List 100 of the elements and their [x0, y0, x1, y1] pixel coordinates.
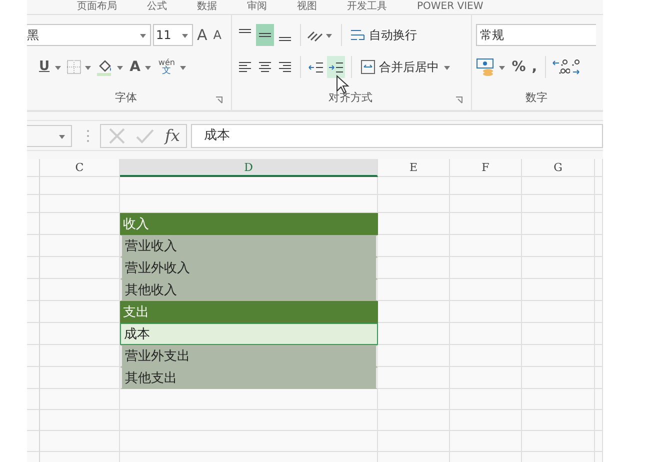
grid-cell[interactable]: [522, 257, 595, 279]
dialog-launcher-icon[interactable]: [214, 96, 223, 104]
table-cell[interactable]: 营业外收入: [120, 257, 378, 279]
row-header[interactable]: [27, 195, 40, 213]
ribbon-tab[interactable]: 数据: [197, 0, 217, 14]
table-cell[interactable]: 营业外支出: [120, 345, 378, 367]
grid-cell[interactable]: [450, 213, 522, 235]
ribbon-tab[interactable]: 公式: [147, 0, 167, 14]
grid-cell[interactable]: [378, 367, 450, 389]
row-header[interactable]: [27, 213, 40, 235]
grid-cell[interactable]: [450, 431, 522, 452]
currency-format-icon[interactable]: [476, 58, 496, 76]
row-header[interactable]: [27, 235, 40, 257]
dialog-launcher-icon[interactable]: [454, 96, 463, 104]
column-header[interactable]: [595, 159, 603, 177]
row-header[interactable]: [27, 177, 40, 195]
grid-cell[interactable]: [450, 279, 522, 301]
font-color-button[interactable]: A: [128, 58, 142, 76]
grid-cell[interactable]: [450, 323, 522, 345]
grid-cell[interactable]: [450, 367, 522, 389]
align-button[interactable]: [256, 24, 274, 46]
grid-cell[interactable]: [40, 177, 120, 195]
grid-cell[interactable]: [450, 177, 522, 195]
grid-cell[interactable]: [450, 257, 522, 279]
grid-cell[interactable]: [120, 431, 378, 452]
grid-cell[interactable]: [450, 301, 522, 323]
ribbon-tab[interactable]: 页面布局: [77, 0, 117, 14]
row-header[interactable]: [27, 257, 40, 279]
column-header[interactable]: D: [120, 159, 378, 177]
grid-cell[interactable]: [450, 389, 522, 410]
fill-bucket-icon[interactable]: [96, 58, 114, 76]
grid-cell[interactable]: [378, 301, 450, 323]
row-header[interactable]: [27, 389, 40, 410]
grid-cell[interactable]: [595, 410, 603, 431]
grid-cell[interactable]: [378, 323, 450, 345]
grid-cell[interactable]: [595, 323, 603, 345]
grid-cell[interactable]: [522, 389, 595, 410]
insert-function-button[interactable]: fx: [163, 126, 182, 145]
grid-cell[interactable]: [522, 345, 595, 367]
grid-cell[interactable]: [522, 279, 595, 301]
grid-cell[interactable]: [595, 301, 603, 323]
grid-cell[interactable]: [378, 345, 450, 367]
indent-button[interactable]: [326, 56, 345, 78]
grid-cell[interactable]: [595, 389, 603, 410]
grid-cell[interactable]: [120, 410, 378, 431]
grid-cell[interactable]: [595, 279, 603, 301]
ribbon-tab[interactable]: 审阅: [247, 0, 267, 14]
grid-cell[interactable]: [450, 195, 522, 213]
column-header[interactable]: E: [378, 159, 450, 177]
increase-decimal-icon[interactable]: [552, 58, 570, 76]
wrap-text-button[interactable]: 自动换行: [348, 26, 419, 44]
ribbon-tab[interactable]: POWER VIEW: [417, 0, 484, 14]
grid-cell[interactable]: [522, 235, 595, 257]
row-header[interactable]: [27, 279, 40, 301]
grid-cell[interactable]: [378, 177, 450, 195]
grow-font-button[interactable]: A: [195, 26, 210, 44]
grid-cell[interactable]: [378, 235, 450, 257]
grid-cell[interactable]: [40, 410, 120, 431]
grid-cell[interactable]: [120, 177, 378, 195]
grid-cell[interactable]: [378, 213, 450, 235]
merge-center-button[interactable]: 合并后居中: [358, 58, 441, 76]
grid-cell[interactable]: [595, 213, 603, 235]
phonetic-button[interactable]: wén 文: [156, 58, 177, 76]
grid-cell[interactable]: [522, 431, 595, 452]
font-name-dropdown[interactable]: 黑: [27, 24, 151, 46]
section-header-cell[interactable]: 支出: [120, 301, 378, 323]
column-header[interactable]: F: [450, 159, 522, 177]
grid-cell[interactable]: [450, 345, 522, 367]
number-format-dropdown[interactable]: 常规: [476, 24, 596, 46]
row-header[interactable]: [27, 301, 40, 323]
select-all-corner[interactable]: [27, 159, 40, 177]
grid-cell[interactable]: [522, 367, 595, 389]
grid-cell[interactable]: [595, 235, 603, 257]
underline-button[interactable]: U: [37, 58, 52, 76]
grid-cell[interactable]: [450, 410, 522, 431]
grid-cell[interactable]: [450, 235, 522, 257]
formula-input[interactable]: 成本: [190, 124, 603, 148]
cancel-icon[interactable]: [107, 126, 127, 146]
row-header[interactable]: [27, 345, 40, 367]
border-icon[interactable]: [66, 59, 82, 75]
drag-handle-icon[interactable]: [86, 128, 90, 142]
grid-cell[interactable]: [378, 389, 450, 410]
grid-cell[interactable]: [595, 367, 603, 389]
grid-cell[interactable]: [595, 195, 603, 213]
grid-cell[interactable]: [595, 431, 603, 452]
grid-cell[interactable]: [595, 177, 603, 195]
font-size-dropdown[interactable]: 11: [153, 24, 193, 46]
table-cell[interactable]: 其他收入: [120, 279, 378, 301]
row-header[interactable]: [27, 431, 40, 452]
grid-cell[interactable]: [378, 257, 450, 279]
grid-cell[interactable]: [120, 389, 378, 410]
grid-cell[interactable]: [378, 195, 450, 213]
grid-cell[interactable]: [522, 410, 595, 431]
grid-cell[interactable]: [522, 177, 595, 195]
grid-cell[interactable]: [595, 345, 603, 367]
row-header[interactable]: [27, 323, 40, 345]
ribbon-tab[interactable]: 开发工具: [347, 0, 387, 14]
grid-cell[interactable]: [40, 431, 120, 452]
grid-cell[interactable]: [40, 195, 120, 213]
column-header[interactable]: G: [522, 159, 595, 177]
